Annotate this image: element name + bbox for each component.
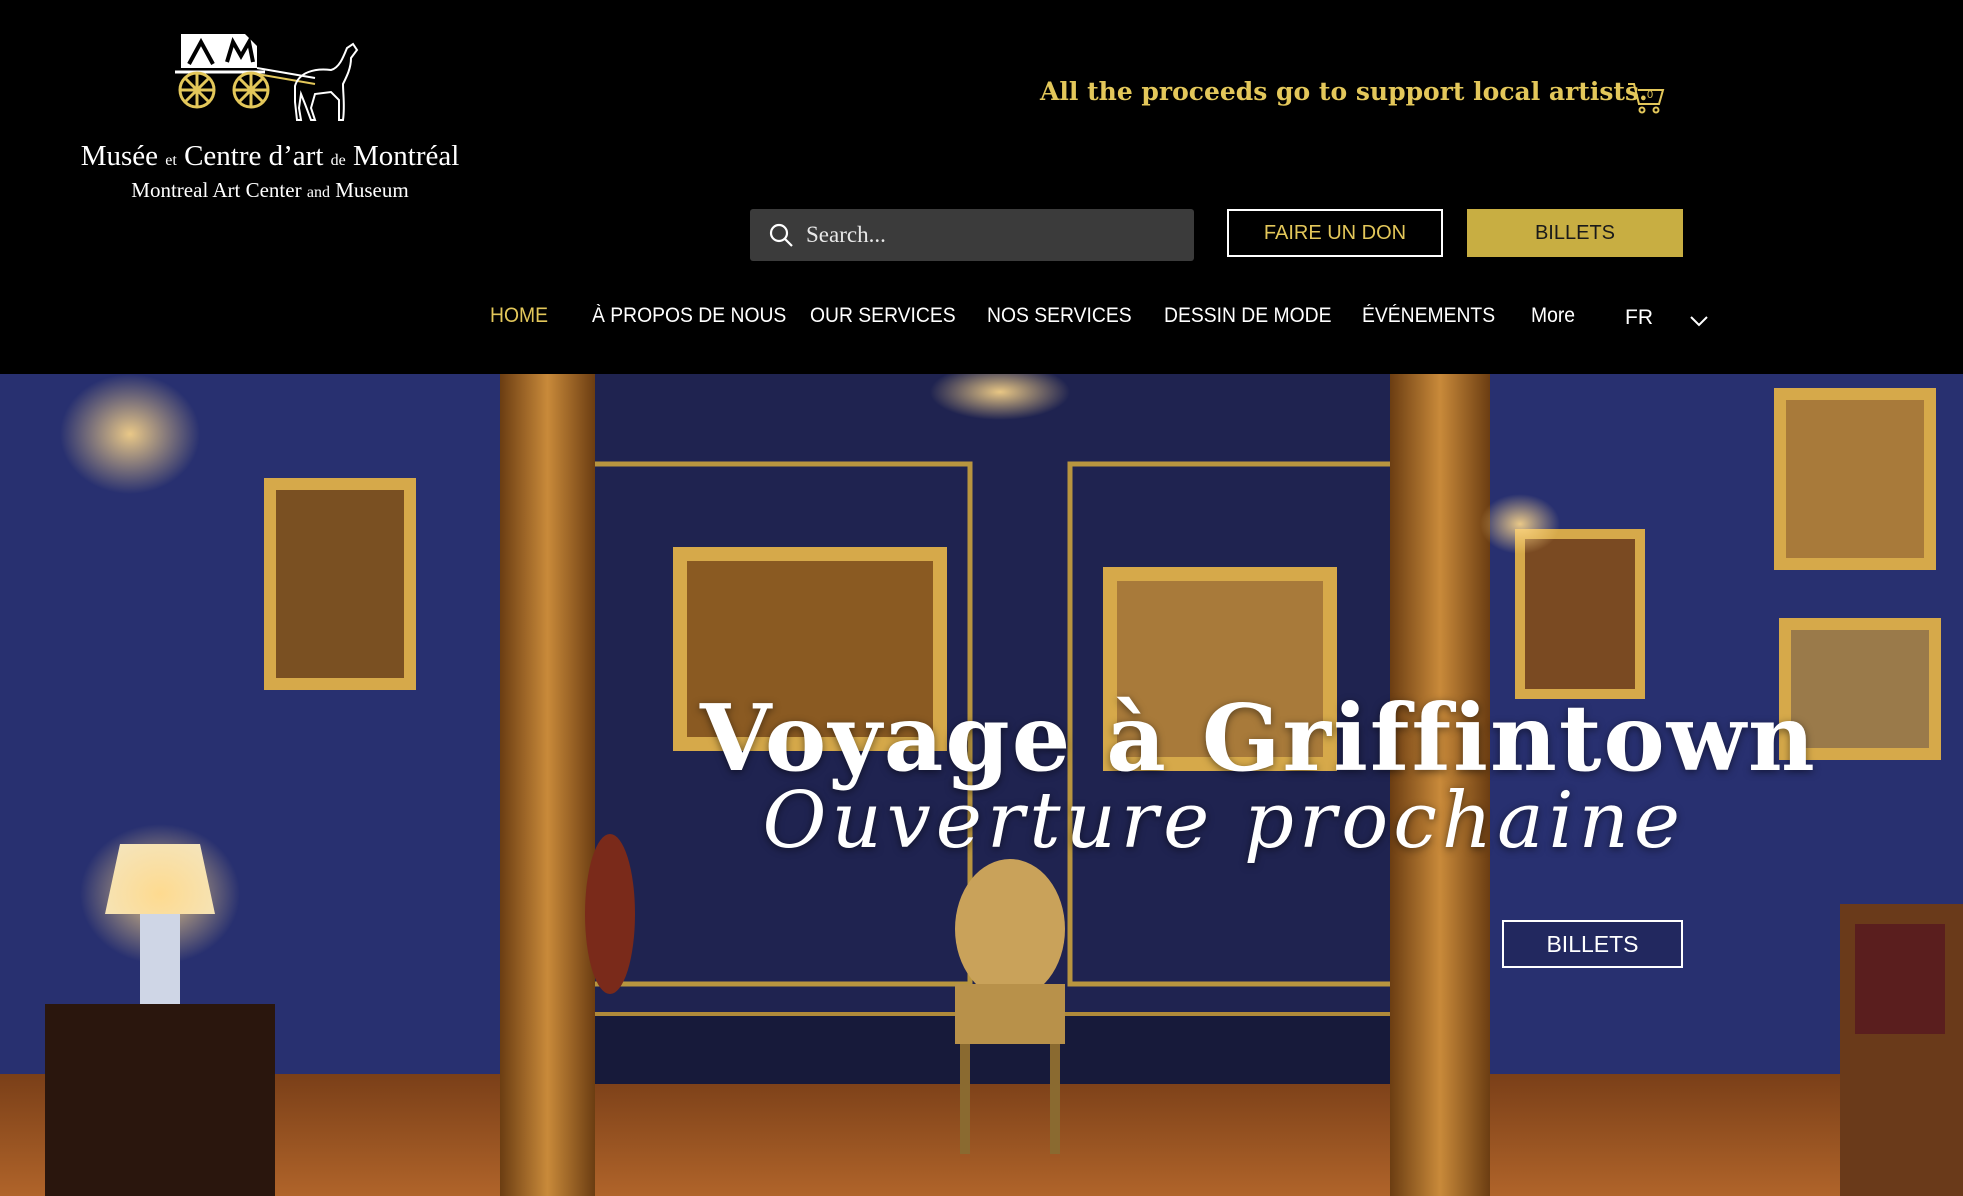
search-bar[interactable] xyxy=(750,208,1194,262)
nav-item-nos-services[interactable]: NOS SERVICES xyxy=(987,304,1132,328)
logo-conjunction: de xyxy=(330,152,346,169)
search-icon xyxy=(769,223,793,247)
nav-item-more[interactable]: More xyxy=(1531,304,1575,328)
nav-item-fashion-design[interactable]: DESSIN DE MODE xyxy=(1164,304,1331,328)
nav-item-our-services[interactable]: OUR SERVICES xyxy=(810,304,956,328)
horse-carriage-logo xyxy=(175,34,359,121)
cart-count: 0 xyxy=(1647,89,1653,101)
tickets-button-header[interactable]: BILLETS xyxy=(1467,209,1683,257)
site-logo[interactable]: Musée et Centre d’art de Montréal Montre… xyxy=(45,28,495,208)
logo-word: Musée xyxy=(80,140,159,172)
tickets-button-hero[interactable]: BILLETS xyxy=(1502,920,1683,968)
logo-word: Museum xyxy=(335,178,409,202)
logo-word: Centre d’art xyxy=(184,140,324,172)
logo-word: Montréal xyxy=(352,140,460,172)
cart-icon[interactable]: 0 xyxy=(1626,80,1666,114)
language-selector[interactable]: FR xyxy=(1625,306,1653,330)
hero-subtitle: Ouverture prochaine xyxy=(762,776,1685,866)
nav-item-events[interactable]: ÉVÉNEMENTS xyxy=(1362,304,1495,328)
chevron-down-icon[interactable] xyxy=(1690,315,1708,327)
logo-word: Montreal Art Center xyxy=(131,178,302,202)
logo-title-fr: Musée et Centre d’art de Montréal xyxy=(45,140,495,173)
tagline: All the proceeds go to support local art… xyxy=(1040,77,1648,106)
nav-item-about[interactable]: À PROPOS DE NOUS xyxy=(592,304,786,328)
main-nav: HOME À PROPOS DE NOUS OUR SERVICES NOS S… xyxy=(0,304,1963,340)
logo-conjunction: et xyxy=(165,152,177,169)
site-header: Musée et Centre d’art de Montréal Montre… xyxy=(0,0,1963,374)
nav-item-home[interactable]: HOME xyxy=(490,304,548,328)
logo-conjunction: and xyxy=(306,184,330,201)
logo-title-en: Montreal Art Center and Museum xyxy=(45,178,495,203)
donate-button[interactable]: FAIRE UN DON xyxy=(1227,209,1443,257)
search-input[interactable] xyxy=(794,208,1194,262)
hero-section: Voyage à Griffintown Ouverture prochaine… xyxy=(0,374,1963,1196)
